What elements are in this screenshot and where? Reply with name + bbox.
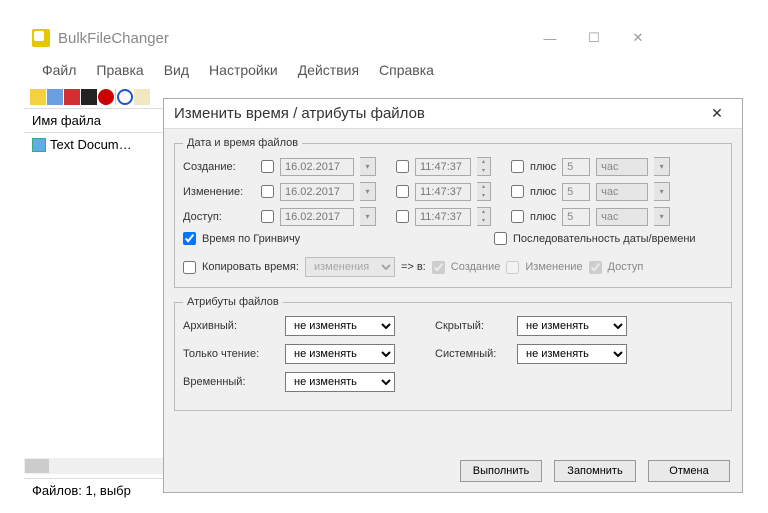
delete-black-icon[interactable] bbox=[81, 89, 97, 105]
copy-time-checkbox[interactable] bbox=[183, 261, 196, 274]
cancel-button[interactable]: Отмена bbox=[648, 460, 730, 482]
copy-to-modified-label: Изменение bbox=[525, 261, 582, 273]
copy-to-accessed-label: Доступ bbox=[608, 261, 644, 273]
temporary-label: Временный: bbox=[183, 376, 279, 388]
accessed-unit-select[interactable] bbox=[596, 208, 648, 226]
copy-source-select[interactable]: изменения bbox=[305, 257, 395, 277]
run-icon[interactable] bbox=[134, 89, 150, 105]
file-icon bbox=[32, 138, 46, 152]
change-time-dialog: Изменить время / атрибуты файлов ✕ Дата … bbox=[163, 98, 743, 493]
clock-icon[interactable] bbox=[117, 89, 133, 105]
system-label: Системный: bbox=[435, 348, 511, 360]
greenwich-checkbox[interactable] bbox=[183, 232, 196, 245]
created-plus-checkbox[interactable] bbox=[511, 160, 524, 173]
archive-label: Архивный: bbox=[183, 320, 279, 332]
created-date-input[interactable] bbox=[280, 158, 354, 176]
accessed-time-input[interactable] bbox=[415, 208, 471, 226]
minimize-button[interactable]: — bbox=[528, 24, 572, 52]
titlebar: BulkFileChanger — ☐ ✕ bbox=[24, 22, 664, 54]
app-icon bbox=[32, 29, 50, 47]
created-time-checkbox[interactable] bbox=[396, 160, 409, 173]
copy-to-accessed-checkbox[interactable] bbox=[589, 261, 602, 274]
datetime-group: Дата и время файлов Создание: ▾ ▴▾ плюс … bbox=[174, 137, 732, 288]
folder-icon[interactable] bbox=[30, 89, 46, 105]
dialog-titlebar: Изменить время / атрибуты файлов ✕ bbox=[164, 99, 742, 129]
modified-date-checkbox[interactable] bbox=[261, 185, 274, 198]
datetime-legend: Дата и время файлов bbox=[183, 137, 302, 149]
created-plus-value[interactable] bbox=[562, 158, 590, 176]
dropdown-icon[interactable]: ▾ bbox=[360, 157, 376, 176]
hidden-label: Скрытый: bbox=[435, 320, 511, 332]
accessed-date-checkbox[interactable] bbox=[261, 210, 274, 223]
save-icon[interactable] bbox=[47, 89, 63, 105]
modified-date-input[interactable] bbox=[280, 183, 354, 201]
copy-time-label: Копировать время: bbox=[202, 261, 299, 273]
close-button[interactable]: ✕ bbox=[616, 24, 660, 52]
modified-time-input[interactable] bbox=[415, 183, 471, 201]
spinner-icon[interactable]: ▴▾ bbox=[477, 157, 491, 176]
spinner-icon[interactable]: ▴▾ bbox=[477, 207, 491, 226]
attributes-legend: Атрибуты файлов bbox=[183, 296, 283, 308]
maximize-button[interactable]: ☐ bbox=[572, 24, 616, 52]
menu-view[interactable]: Вид bbox=[154, 60, 199, 80]
modified-time-checkbox[interactable] bbox=[396, 185, 409, 198]
created-time-input[interactable] bbox=[415, 158, 471, 176]
dropdown-icon[interactable]: ▾ bbox=[654, 207, 670, 226]
created-date-checkbox[interactable] bbox=[261, 160, 274, 173]
archive-select[interactable]: не изменять bbox=[285, 316, 395, 336]
readonly-select[interactable]: не изменять bbox=[285, 344, 395, 364]
copy-to-created-checkbox[interactable] bbox=[432, 261, 445, 274]
delete-red-icon[interactable] bbox=[64, 89, 80, 105]
execute-button[interactable]: Выполнить bbox=[460, 460, 542, 482]
copy-to-modified-checkbox[interactable] bbox=[506, 261, 519, 274]
menu-edit[interactable]: Правка bbox=[86, 60, 153, 80]
dropdown-icon[interactable]: ▾ bbox=[654, 182, 670, 201]
system-select[interactable]: не изменять bbox=[517, 344, 627, 364]
attributes-group: Атрибуты файлов Архивный: не изменять То… bbox=[174, 296, 732, 411]
file-name: Text Docum… bbox=[50, 137, 132, 152]
menu-file[interactable]: Файл bbox=[32, 60, 86, 80]
modified-plus-checkbox[interactable] bbox=[511, 185, 524, 198]
modified-label: Изменение: bbox=[183, 186, 255, 198]
accessed-date-input[interactable] bbox=[280, 208, 354, 226]
copy-to-created-label: Создание bbox=[451, 261, 501, 273]
modified-plus-value[interactable] bbox=[562, 183, 590, 201]
dropdown-icon[interactable]: ▾ bbox=[360, 182, 376, 201]
app-title: BulkFileChanger bbox=[58, 30, 528, 47]
menu-actions[interactable]: Действия bbox=[288, 60, 369, 80]
temporary-select[interactable]: не изменять bbox=[285, 372, 395, 392]
arrow-to-label: => в: bbox=[401, 261, 426, 273]
modified-unit-select[interactable] bbox=[596, 183, 648, 201]
remember-button[interactable]: Запомнить bbox=[554, 460, 636, 482]
menubar: Файл Правка Вид Настройки Действия Справ… bbox=[24, 54, 664, 86]
accessed-time-checkbox[interactable] bbox=[396, 210, 409, 223]
stop-icon[interactable] bbox=[98, 89, 114, 105]
created-label: Создание: bbox=[183, 161, 255, 173]
accessed-plus-checkbox[interactable] bbox=[511, 210, 524, 223]
menu-settings[interactable]: Настройки bbox=[199, 60, 288, 80]
dropdown-icon[interactable]: ▾ bbox=[654, 157, 670, 176]
scrollbar-thumb[interactable] bbox=[25, 459, 49, 473]
modified-plus-label: плюс bbox=[530, 186, 556, 198]
accessed-plus-label: плюс bbox=[530, 211, 556, 223]
greenwich-label: Время по Гринвичу bbox=[202, 233, 300, 245]
dialog-close-button[interactable]: ✕ bbox=[702, 105, 732, 122]
horizontal-scrollbar[interactable] bbox=[24, 458, 184, 474]
spinner-icon[interactable]: ▴▾ bbox=[477, 182, 491, 201]
accessed-plus-value[interactable] bbox=[562, 208, 590, 226]
hidden-select[interactable]: не изменять bbox=[517, 316, 627, 336]
sequence-checkbox[interactable] bbox=[494, 232, 507, 245]
menu-help[interactable]: Справка bbox=[369, 60, 444, 80]
dropdown-icon[interactable]: ▾ bbox=[360, 207, 376, 226]
created-unit-select[interactable] bbox=[596, 158, 648, 176]
accessed-label: Доступ: bbox=[183, 211, 255, 223]
dialog-title: Изменить время / атрибуты файлов bbox=[174, 105, 702, 122]
created-plus-label: плюс bbox=[530, 161, 556, 173]
sequence-label: Последовательность даты/времени bbox=[513, 233, 723, 245]
readonly-label: Только чтение: bbox=[183, 348, 279, 360]
